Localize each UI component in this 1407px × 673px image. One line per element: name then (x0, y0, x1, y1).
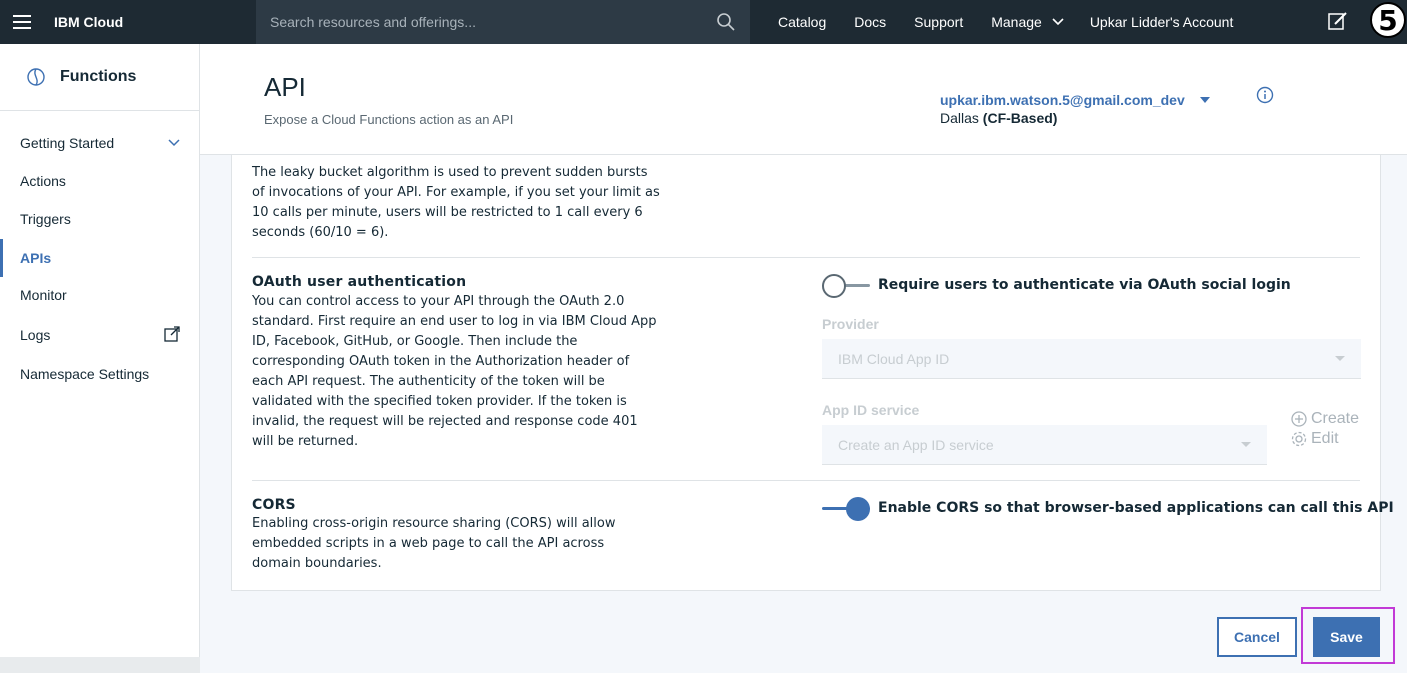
sidebar-item-label: Triggers (20, 211, 71, 227)
sidebar-item-actions[interactable]: Actions (0, 162, 200, 200)
provider-select[interactable]: IBM Cloud App ID (822, 339, 1361, 379)
sidebar-item-label: Getting Started (20, 135, 115, 151)
search-input[interactable] (270, 14, 716, 30)
page-subtitle: Expose a Cloud Functions action as an AP… (264, 112, 514, 127)
cors-description: Enabling cross-origin resource sharing (… (252, 516, 616, 571)
caret-down-icon (1335, 356, 1345, 361)
account-switcher[interactable]: Upkar Lidder's Account (1090, 14, 1234, 30)
cors-toggle[interactable] (822, 497, 872, 521)
oauth-toggle[interactable] (822, 274, 872, 298)
caret-down-icon (1241, 442, 1251, 447)
cors-toggle-label: Enable CORS so that browser-based applic… (878, 500, 1394, 516)
sidebar-item-namespace-settings[interactable]: Namespace Settings (0, 355, 200, 393)
top-navigation-bar: IBM Cloud Catalog Docs Support Manage Up… (0, 0, 1407, 44)
appid-service-value: Create an App ID service (838, 436, 994, 453)
plus-circle-icon (1291, 411, 1307, 427)
nav-link-docs[interactable]: Docs (840, 14, 900, 30)
page-title: API (264, 72, 306, 102)
manage-label: Manage (991, 14, 1042, 30)
provider-value: IBM Cloud App ID (838, 350, 950, 367)
section-divider (252, 480, 1360, 481)
brand-logo[interactable]: IBM Cloud (54, 14, 256, 30)
edit-icon[interactable] (1327, 10, 1349, 32)
namespace-name: upkar.ibm.watson.5@gmail.com_dev (940, 92, 1185, 108)
region-type: (CF-Based) (982, 110, 1058, 126)
gear-icon (1291, 431, 1307, 447)
sidebar-item-monitor[interactable]: Monitor (0, 276, 200, 314)
sidebar-item-label: Actions (20, 173, 66, 189)
nav-link-support[interactable]: Support (900, 14, 977, 30)
search-bar[interactable] (256, 0, 750, 44)
sidebar-item-label: Namespace Settings (20, 366, 150, 382)
nav-link-catalog[interactable]: Catalog (764, 14, 840, 30)
oauth-description: You can control access to your API throu… (252, 294, 657, 449)
cors-section-title: CORS (252, 497, 296, 513)
toggle-knob (822, 274, 846, 298)
sidebar-item-label: APIs (20, 250, 52, 266)
info-icon[interactable] (1256, 86, 1274, 104)
rate-limit-description: The leaky bucket algorithm is used to pr… (252, 165, 660, 240)
sidebar-header: Functions (0, 44, 199, 111)
save-button[interactable]: Save (1313, 617, 1380, 657)
create-appid-link[interactable]: Create (1291, 410, 1359, 428)
nav-link-manage[interactable]: Manage (977, 14, 1078, 30)
sidebar-scroll-area (0, 657, 200, 673)
create-label: Create (1311, 410, 1360, 427)
sidebar-item-label: Monitor (20, 287, 67, 303)
sidebar-item-getting-started[interactable]: Getting Started (0, 124, 200, 162)
page-header: API Expose a Cloud Functions action as a… (200, 44, 1407, 155)
top-nav-links: Catalog Docs Support Manage Upkar Lidder… (764, 14, 1233, 30)
namespace-dropdown[interactable]: upkar.ibm.watson.5@gmail.com_dev (940, 92, 1211, 108)
caret-down-icon (1199, 97, 1210, 103)
left-sidebar: Functions Getting Started Actions Trigge… (0, 44, 200, 673)
chevron-down-icon (168, 139, 180, 147)
appid-service-select[interactable]: Create an App ID service (822, 425, 1267, 465)
provider-label: Provider (822, 316, 879, 332)
region-city: Dallas (940, 110, 983, 126)
api-settings-card: The leaky bucket algorithm is used to pr… (231, 155, 1394, 591)
chevron-down-icon (1052, 18, 1064, 26)
sidebar-item-apis[interactable]: APIs (0, 239, 200, 277)
appid-service-label: App ID service (822, 402, 920, 418)
toggle-knob (846, 497, 870, 521)
sidebar-item-triggers[interactable]: Triggers (0, 200, 200, 238)
oauth-section-title: OAuth user authentication (252, 274, 467, 290)
edit-appid-link[interactable]: Edit (1291, 430, 1339, 448)
external-link-icon (164, 326, 180, 342)
namespace-selector[interactable]: upkar.ibm.watson.5@gmail.com_dev Dallas … (940, 92, 1211, 126)
section-divider (252, 257, 1360, 258)
edit-label: Edit (1311, 430, 1339, 447)
sidebar-item-logs[interactable]: Logs (0, 316, 200, 354)
search-icon[interactable] (716, 12, 736, 32)
sidebar-item-label: Logs (20, 327, 51, 343)
oauth-toggle-label: Require users to authenticate via OAuth … (878, 277, 1291, 293)
functions-logo-icon (27, 68, 45, 86)
hamburger-menu-icon[interactable] (0, 0, 44, 44)
sidebar-title: Functions (60, 68, 137, 85)
step-number-badge: 5 (1370, 2, 1406, 38)
namespace-region: Dallas (CF-Based) (940, 110, 1211, 126)
cancel-button[interactable]: Cancel (1217, 617, 1297, 657)
